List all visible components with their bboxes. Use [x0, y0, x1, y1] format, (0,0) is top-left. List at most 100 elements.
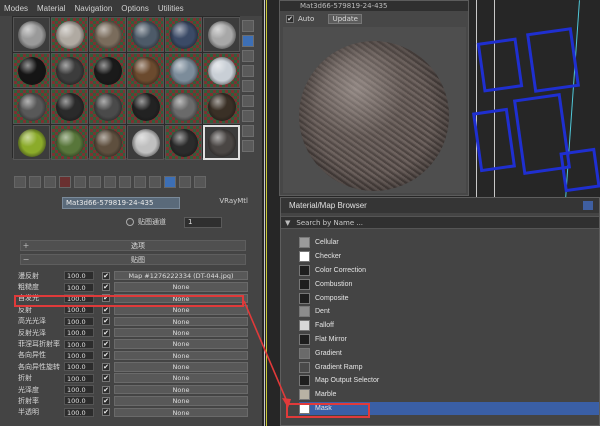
material-slot[interactable]: [203, 125, 240, 160]
map-type-item[interactable]: Marble: [299, 388, 599, 402]
map-enable-checkbox[interactable]: ✔: [102, 362, 110, 371]
material-slot[interactable]: [203, 17, 240, 52]
map-slot-button[interactable]: None: [114, 362, 248, 372]
auto-checkbox[interactable]: ✔: [286, 15, 294, 23]
show-in-viewport-icon[interactable]: [134, 176, 146, 188]
map-enable-checkbox[interactable]: ✔: [102, 351, 110, 360]
uv-tiling-icon[interactable]: [242, 65, 254, 77]
menu-navigation[interactable]: Navigation: [74, 4, 112, 13]
put-to-library-icon[interactable]: [104, 176, 116, 188]
map-enable-checkbox[interactable]: ✔: [102, 385, 110, 394]
menu-modes[interactable]: Modes: [4, 4, 28, 13]
put-to-scene-icon[interactable]: [29, 176, 41, 188]
search-bar[interactable]: ▼ Search by Name ...: [281, 216, 599, 229]
material-slot[interactable]: [127, 53, 164, 88]
map-amount-field[interactable]: 100.0: [64, 271, 94, 281]
dropdown-arrow-icon[interactable]: ▼: [285, 219, 290, 227]
map-slot-button[interactable]: None: [114, 384, 248, 395]
map-amount-field[interactable]: 100.0: [64, 396, 94, 406]
map-slot-button[interactable]: None: [114, 316, 248, 326]
map-type-item[interactable]: Map Output Selector: [299, 374, 599, 388]
sample-type-icon[interactable]: [242, 20, 254, 32]
map-slot-button[interactable]: None: [114, 396, 248, 406]
map-enable-checkbox[interactable]: ✔: [102, 408, 110, 417]
material-name-field[interactable]: Mat3d66-579819-24-435: [62, 197, 180, 209]
material-navigator-icon[interactable]: [242, 140, 254, 152]
close-icon[interactable]: [583, 201, 593, 210]
map-enable-checkbox[interactable]: ✔: [102, 305, 110, 314]
material-slot[interactable]: [51, 125, 88, 160]
map-enable-checkbox[interactable]: ✔: [102, 396, 110, 405]
map-amount-field[interactable]: 100.0: [64, 385, 94, 395]
map-type-item[interactable]: Checker: [299, 250, 599, 264]
map-slot-button[interactable]: None: [114, 282, 248, 292]
map-type-item[interactable]: Gradient Ramp: [299, 360, 599, 374]
backlight-icon[interactable]: [242, 35, 254, 47]
map-channel-spinner[interactable]: 1: [184, 216, 222, 228]
material-slot[interactable]: [165, 125, 202, 160]
map-amount-field[interactable]: 100.0: [64, 362, 94, 372]
go-forward-sibling-icon[interactable]: [179, 176, 191, 188]
map-slot-button[interactable]: None: [114, 327, 248, 338]
make-preview-icon[interactable]: [242, 95, 254, 107]
map-amount-field[interactable]: 100.0: [64, 328, 94, 338]
options-icon[interactable]: [242, 110, 254, 122]
get-material-icon[interactable]: [14, 176, 26, 188]
map-enable-checkbox[interactable]: ✔: [102, 340, 110, 349]
show-end-result-icon[interactable]: [149, 176, 161, 188]
map-amount-field[interactable]: 100.0: [64, 373, 94, 383]
map-slot-button[interactable]: Map #1276222334 (DT-044.jpg): [114, 270, 248, 281]
reset-map-icon[interactable]: [59, 176, 71, 188]
pick-from-object-icon[interactable]: [194, 176, 206, 188]
make-unique-icon[interactable]: [89, 176, 101, 188]
material-slot[interactable]: [127, 89, 164, 124]
map-enable-checkbox[interactable]: ✔: [102, 317, 110, 326]
map-amount-field[interactable]: 100.0: [64, 339, 94, 349]
map-enable-checkbox[interactable]: ✔: [102, 271, 110, 280]
assign-to-selection-icon[interactable]: [44, 176, 56, 188]
menu-options[interactable]: Options: [121, 4, 149, 13]
material-slot[interactable]: [203, 53, 240, 88]
menu-utilities[interactable]: Utilities: [158, 4, 184, 13]
map-enable-checkbox[interactable]: ✔: [102, 374, 110, 383]
material-slot[interactable]: [51, 17, 88, 52]
material-slot[interactable]: [127, 17, 164, 52]
material-slot[interactable]: [13, 125, 50, 160]
material-slot[interactable]: [51, 53, 88, 88]
material-slot[interactable]: [13, 17, 50, 52]
material-slot[interactable]: [203, 89, 240, 124]
map-amount-field[interactable]: 100.0: [64, 282, 94, 292]
map-slot-button[interactable]: None: [114, 373, 248, 383]
map-type-item[interactable]: Dent: [299, 305, 599, 319]
material-slot[interactable]: [89, 17, 126, 52]
map-slot-button[interactable]: None: [114, 407, 248, 418]
map-type-item[interactable]: Gradient: [299, 346, 599, 360]
material-slot[interactable]: [13, 53, 50, 88]
material-slot[interactable]: [165, 53, 202, 88]
rollout-maps[interactable]: − 贴图: [20, 254, 246, 265]
material-slot[interactable]: [89, 125, 126, 160]
map-amount-field[interactable]: 100.0: [64, 350, 94, 360]
material-slot[interactable]: [165, 17, 202, 52]
material-slot[interactable]: [89, 53, 126, 88]
select-by-material-icon[interactable]: [242, 125, 254, 137]
video-color-check-icon[interactable]: [242, 80, 254, 92]
material-slot[interactable]: [127, 125, 164, 160]
map-amount-field[interactable]: 100.0: [64, 407, 94, 417]
rollout-options[interactable]: + 选项: [20, 240, 246, 251]
map-channel-radio[interactable]: [126, 218, 134, 226]
map-slot-button[interactable]: None: [114, 339, 248, 349]
background-icon[interactable]: [242, 50, 254, 62]
map-slot-button[interactable]: None: [114, 350, 248, 361]
material-slot[interactable]: [89, 89, 126, 124]
map-type-item[interactable]: Cellular: [299, 236, 599, 250]
material-slot[interactable]: [165, 89, 202, 124]
material-slot[interactable]: [51, 89, 88, 124]
material-id-channel-icon[interactable]: [119, 176, 131, 188]
map-amount-field[interactable]: 100.0: [64, 316, 94, 326]
map-type-item[interactable]: Composite: [299, 291, 599, 305]
copy-material-icon[interactable]: [74, 176, 86, 188]
map-type-item[interactable]: Color Correction: [299, 264, 599, 278]
map-type-item[interactable]: Combustion: [299, 277, 599, 291]
menu-material[interactable]: Material: [37, 4, 65, 13]
